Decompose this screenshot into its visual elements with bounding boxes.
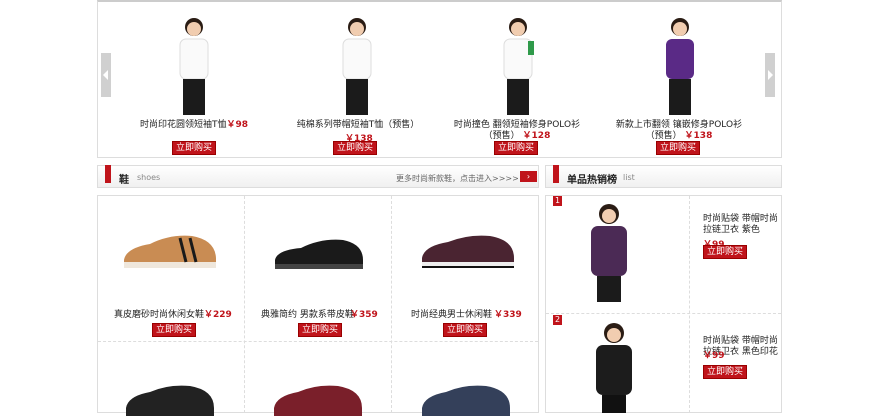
shoe-name[interactable]: 时尚经典男士休闲鞋 — [411, 307, 492, 320]
shoe-image[interactable] — [418, 230, 518, 270]
buy-now-button[interactable]: 立即购买 — [703, 365, 748, 379]
product-image[interactable] — [650, 15, 710, 117]
list-divider — [546, 313, 781, 314]
shoe-price: ￥229 — [204, 310, 232, 320]
carousel-item-title[interactable]: 时尚印花圆领短袖T恤￥98 — [124, 120, 264, 131]
section-subtitle: list — [623, 173, 635, 182]
buy-now-button[interactable]: 立即购买 — [333, 141, 378, 155]
buy-now-button[interactable]: 立即购买 — [656, 141, 701, 155]
product-image[interactable] — [327, 15, 387, 117]
product-image[interactable] — [586, 319, 642, 413]
grid-divider — [391, 196, 392, 413]
more-arrow-icon[interactable]: › — [520, 171, 537, 182]
shoe-name[interactable]: 典雅简约 男款系带皮鞋 — [261, 307, 354, 320]
rank-badge: 1 — [553, 196, 562, 206]
grid-divider — [98, 341, 538, 342]
section-flag — [105, 165, 111, 183]
buy-now-button[interactable]: 立即购买 — [443, 323, 488, 337]
carousel-next-button[interactable] — [765, 53, 775, 97]
buy-now-button[interactable]: 立即购买 — [494, 141, 539, 155]
arrow-left-icon — [103, 70, 108, 80]
buy-now-button[interactable]: 立即购买 — [172, 141, 217, 155]
product-image[interactable] — [581, 200, 637, 304]
section-title: 鞋 — [119, 175, 129, 186]
carousel-item-title[interactable]: 纯棉系列带帽短袖T恤（预售） — [288, 120, 428, 131]
arrow-right-icon — [768, 70, 773, 80]
shoe-image[interactable] — [120, 378, 220, 418]
ranking-item-title[interactable]: 时尚贴袋 带帽时尚拉链卫衣 紫色 — [703, 214, 783, 236]
product-image[interactable] — [488, 15, 548, 117]
carousel-prev-button[interactable] — [101, 53, 111, 97]
buy-now-button[interactable]: 立即购买 — [298, 323, 343, 337]
buy-now-button[interactable]: 立即购买 — [703, 245, 748, 259]
grid-divider — [244, 196, 245, 413]
section-title: 单品热销榜 — [567, 175, 617, 186]
shoe-image[interactable] — [268, 378, 368, 418]
shoe-image[interactable] — [416, 378, 516, 418]
buy-now-button[interactable]: 立即购买 — [152, 323, 197, 337]
carousel-item-title[interactable]: 新款上市翻领 镶嵌修身POLO衫（预售） ￥138 — [609, 120, 749, 142]
product-image[interactable] — [164, 15, 224, 117]
section-subtitle: shoes — [137, 173, 161, 182]
shoe-image[interactable] — [120, 230, 220, 270]
carousel-item-title[interactable]: 时尚撞色 翻领短袖修身POLO衫（预售） ￥128 — [447, 120, 587, 142]
rank-badge: 2 — [553, 315, 562, 325]
shoe-name[interactable]: 真皮磨砂时尚休闲女鞋 — [114, 307, 204, 320]
shoe-price: ￥339 — [494, 310, 522, 320]
more-shoes-link[interactable]: 更多时尚新款鞋，点击进入>>>> — [396, 173, 519, 184]
ranking-item-price: ￥99 — [703, 351, 725, 361]
shoe-image[interactable] — [269, 232, 369, 272]
list-divider — [689, 196, 690, 413]
shoe-price: ￥359 — [350, 310, 378, 320]
section-flag — [553, 165, 559, 183]
